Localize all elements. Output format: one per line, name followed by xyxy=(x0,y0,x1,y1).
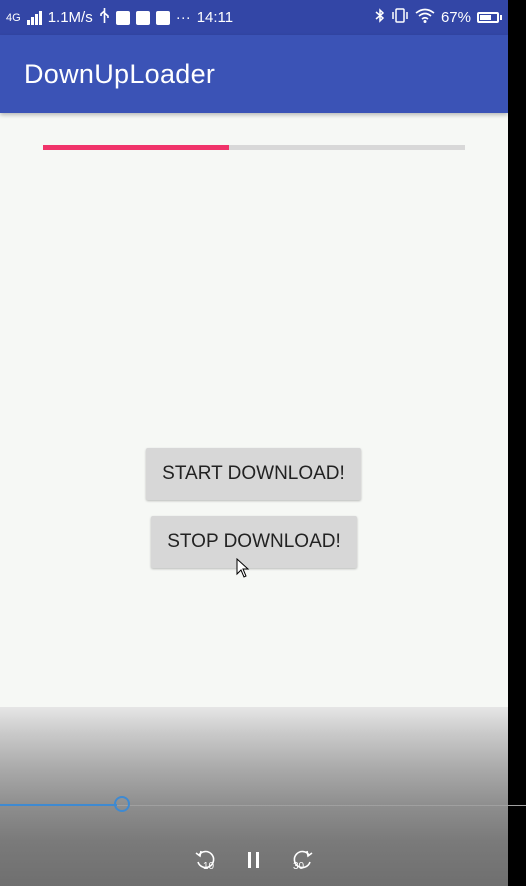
network-speed: 1.1M/s xyxy=(47,9,93,26)
network-type: 4G xyxy=(6,11,21,24)
right-edge xyxy=(508,0,526,886)
pause-button[interactable] xyxy=(246,850,262,870)
clock: 14:11 xyxy=(196,9,234,26)
seek-played xyxy=(0,804,117,806)
download-progress-bar xyxy=(43,145,465,150)
mail-icon xyxy=(155,10,170,25)
app-screen: 4G 1.1M/s ··· 14:11 67% DownUpLoader STA… xyxy=(0,0,508,886)
app-title: DownUpLoader xyxy=(24,59,216,89)
signal-icon xyxy=(26,10,42,25)
usb-icon xyxy=(99,8,110,27)
status-bar-right: 67% xyxy=(375,8,502,27)
stop-download-button[interactable]: STOP DOWNLOAD! xyxy=(151,516,357,568)
download-progress-fill xyxy=(43,145,229,150)
seek-handle[interactable] xyxy=(114,796,130,812)
battery-icon xyxy=(477,12,502,23)
forward-label: 30 xyxy=(293,861,305,872)
status-bar-left: 4G 1.1M/s ··· 14:11 xyxy=(6,8,233,27)
player-controls: 10 30 xyxy=(0,848,508,876)
forward-button[interactable]: 30 xyxy=(290,848,314,879)
rewind-label: 10 xyxy=(203,861,215,872)
more-notifications-icon: ··· xyxy=(175,9,191,26)
notification-app-icon xyxy=(115,10,130,25)
status-bar: 4G 1.1M/s ··· 14:11 67% xyxy=(0,0,508,35)
mouse-cursor-icon xyxy=(236,557,250,583)
notification-app-icon-2 xyxy=(135,10,150,25)
rewind-icon: 10 xyxy=(195,850,215,872)
vibrate-icon xyxy=(391,8,409,27)
start-download-button[interactable]: START DOWNLOAD! xyxy=(146,448,361,500)
bluetooth-icon xyxy=(375,8,385,27)
app-bar: DownUpLoader xyxy=(0,35,508,113)
forward-icon: 30 xyxy=(293,850,313,872)
battery-percent: 67% xyxy=(440,9,471,26)
wifi-icon xyxy=(415,8,435,27)
rewind-button[interactable]: 10 xyxy=(194,848,218,879)
